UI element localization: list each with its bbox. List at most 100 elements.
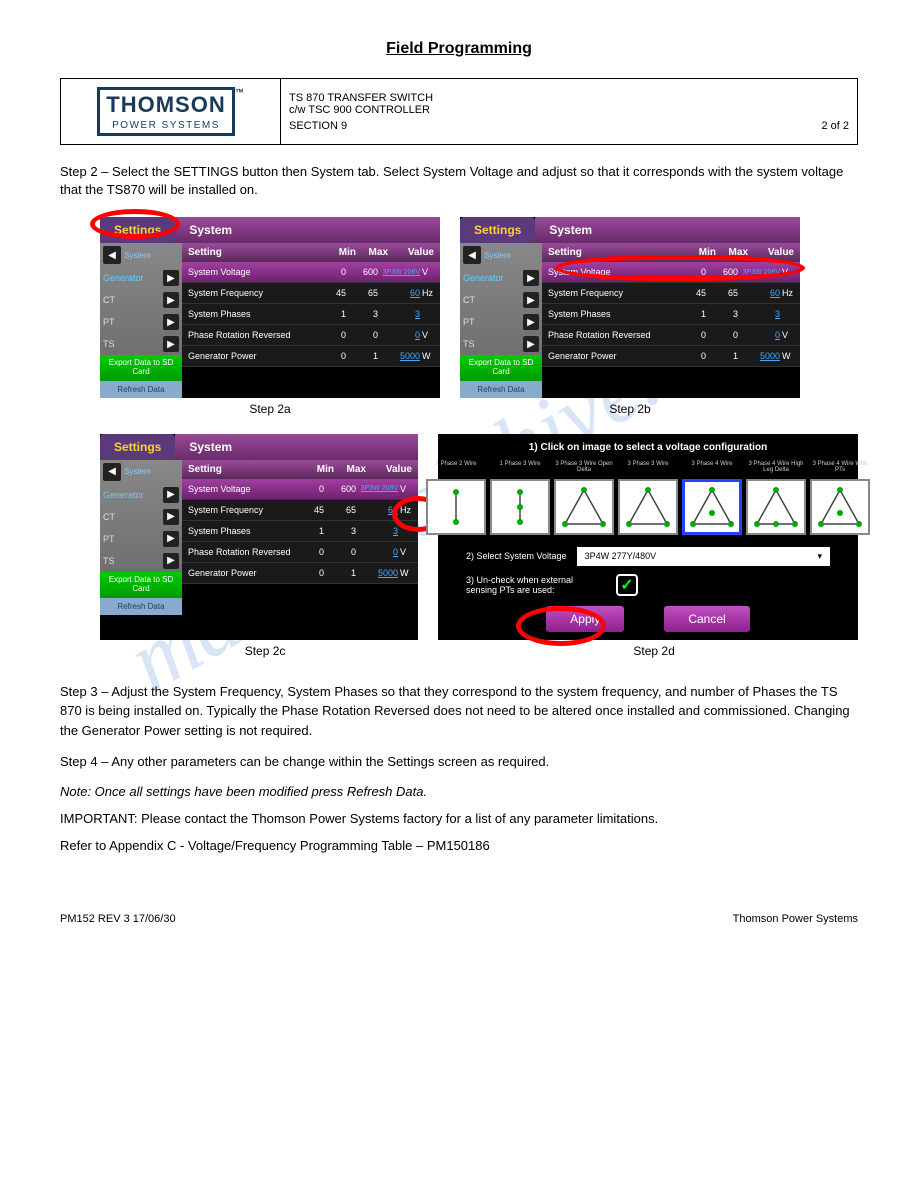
config-opt[interactable]: 3 Phase 4 Wire xyxy=(682,461,742,535)
chevron-right-icon: ▶ xyxy=(163,270,179,286)
sidebar-back-label: System xyxy=(484,251,511,260)
config-opt[interactable]: 3 Phase 4 Wire With PTs xyxy=(810,461,870,535)
chevron-right-icon: ▶ xyxy=(163,509,179,525)
apply-button[interactable]: Apply xyxy=(546,606,624,632)
back-icon[interactable]: ◀ xyxy=(103,463,121,481)
caption-2d: Step 2d xyxy=(450,644,858,658)
table-row[interactable]: System Phases133 xyxy=(182,304,440,325)
settings-table: SettingMinMaxValue System Voltage06003P3… xyxy=(182,460,418,615)
sidebar-item-generator[interactable]: Generator▶ xyxy=(100,484,182,506)
header-page: 2 of 2 xyxy=(821,120,849,132)
intro-text: Step 2 – Select the SETTINGS button then… xyxy=(60,163,858,199)
table-row[interactable]: Phase Rotation Reversed000V xyxy=(182,542,418,563)
logo-sub: POWER SYSTEMS xyxy=(106,120,225,131)
settings-table: SettingMinMaxValue System Voltage06003P3… xyxy=(542,243,800,398)
sidebar-item-generator[interactable]: Generator▶ xyxy=(460,267,542,289)
chevron-right-icon: ▶ xyxy=(523,336,539,352)
table-row[interactable]: System Voltage06003P3W 208VV xyxy=(182,262,440,283)
config-opt[interactable]: 3 Phase 3 Wire xyxy=(618,461,678,535)
sidebar: ◀System Generator▶ CT▶ PT▶ TS▶ Export Da… xyxy=(100,243,182,398)
table-row[interactable]: System Frequency456560Hz xyxy=(182,283,440,304)
appendix-ref: Refer to Appendix C - Voltage/Frequency … xyxy=(60,838,858,853)
sidebar-item-pt[interactable]: PT▶ xyxy=(100,528,182,550)
step3-text: Step 3 – Adjust the System Frequency, Sy… xyxy=(60,682,858,741)
export-button[interactable]: Export Data to SD Card xyxy=(100,572,182,598)
tab-settings[interactable]: Settings xyxy=(100,217,175,243)
table-row[interactable]: Generator Power015000W xyxy=(182,563,418,584)
table-row[interactable]: System Phases133 xyxy=(182,521,418,542)
config-opt[interactable]: 1 Phase 3 Wire xyxy=(490,461,550,535)
chevron-right-icon: ▶ xyxy=(163,292,179,308)
refresh-button[interactable]: Refresh Data xyxy=(460,381,542,398)
config-title: 1) Click on image to select a voltage co… xyxy=(446,442,850,453)
chevron-down-icon: ▾ xyxy=(817,551,822,562)
sidebar-item-ts[interactable]: TS▶ xyxy=(460,333,542,355)
config-opt[interactable]: 3 Phase 4 Wire High Leg Delta xyxy=(746,461,806,535)
sidebar-item-generator[interactable]: Generator▶ xyxy=(100,267,182,289)
table-row[interactable]: System Phases133 xyxy=(542,304,800,325)
table-row[interactable]: System Frequency456560Hz xyxy=(542,283,800,304)
chevron-right-icon: ▶ xyxy=(163,314,179,330)
voltage-dropdown[interactable]: 3P4W 277Y/480V▾ xyxy=(577,547,830,566)
table-row[interactable]: System Voltage06003P3W 208VV xyxy=(542,262,800,283)
col-max: Max xyxy=(356,247,388,258)
sidebar-item-ct[interactable]: CT▶ xyxy=(100,289,182,311)
table-row[interactable]: Phase Rotation Reversed000V xyxy=(542,325,800,346)
header-table: THOMSON POWER SYSTEMS ™ TS 870 TRANSFER … xyxy=(60,78,858,145)
col-min: Min xyxy=(324,247,356,258)
settings-table: SettingMinMaxValue System Voltage06003P3… xyxy=(182,243,440,398)
refresh-button[interactable]: Refresh Data xyxy=(100,381,182,398)
table-row[interactable]: System Frequency456560Hz xyxy=(182,500,418,521)
back-icon[interactable]: ◀ xyxy=(463,246,481,264)
cancel-button[interactable]: Cancel xyxy=(664,606,749,632)
config-opt[interactable]: 3 Phase 3 Wire Open Delta xyxy=(554,461,614,535)
table-row[interactable]: Generator Power015000W xyxy=(542,346,800,367)
export-button[interactable]: Export Data to SD Card xyxy=(100,355,182,381)
footer: PM152 REV 3 17/06/30 Thomson Power Syste… xyxy=(60,913,858,925)
screens-row-2: Settings System ◀System Generator▶ CT▶ P… xyxy=(100,434,858,640)
config-step2-label: 2) Select System Voltage xyxy=(466,551,567,561)
sidebar-item-ct[interactable]: CT▶ xyxy=(460,289,542,311)
tab-settings[interactable]: Settings xyxy=(460,217,535,243)
logo-tm: ™ xyxy=(235,87,244,97)
tab-system[interactable]: System xyxy=(175,217,440,243)
sidebar-item-pt[interactable]: PT▶ xyxy=(100,311,182,333)
col-setting: Setting xyxy=(188,247,324,258)
sidebar-back-label: System xyxy=(124,467,151,476)
config-step3-label: 3) Un-check when external sensing PTs ar… xyxy=(466,575,606,595)
table-row[interactable]: Generator Power015000W xyxy=(182,346,440,367)
note-refresh: Note: Once all settings have been modifi… xyxy=(60,784,858,799)
sidebar-item-ts[interactable]: TS▶ xyxy=(100,550,182,572)
sidebar-item-ts[interactable]: TS▶ xyxy=(100,333,182,355)
sidebar-item-pt[interactable]: PT▶ xyxy=(460,311,542,333)
chevron-right-icon: ▶ xyxy=(163,553,179,569)
captions-row-2: Step 2c Step 2d xyxy=(100,644,858,658)
screens-row-1: Settings System ◀System Generator▶ CT▶ P… xyxy=(100,217,858,398)
important-note: IMPORTANT: Please contact the Thomson Po… xyxy=(60,811,858,826)
caption-2a: Step 2a xyxy=(100,402,440,416)
page-title: Field Programming xyxy=(60,40,858,58)
footer-right: Thomson Power Systems xyxy=(733,913,858,925)
screen-2b: Settings System ◀System Generator▶ CT▶ P… xyxy=(460,217,800,398)
chevron-right-icon: ▶ xyxy=(163,487,179,503)
config-options: 1 Phase 2 Wire 1 Phase 3 Wire 3 Phase 3 … xyxy=(446,461,850,535)
pt-checkbox[interactable]: ✓ xyxy=(616,574,638,596)
sidebar: ◀System Generator▶ CT▶ PT▶ TS▶ Export Da… xyxy=(460,243,542,398)
logo-cell: THOMSON POWER SYSTEMS ™ xyxy=(61,79,281,145)
table-row[interactable]: Phase Rotation Reversed000V xyxy=(182,325,440,346)
header-right: TS 870 TRANSFER SWITCH c/w TSC 900 CONTR… xyxy=(281,79,858,145)
footer-left: PM152 REV 3 17/06/30 xyxy=(60,913,176,925)
tab-system[interactable]: System xyxy=(535,217,800,243)
export-button[interactable]: Export Data to SD Card xyxy=(460,355,542,381)
logo-brand: THOMSON xyxy=(106,92,225,117)
tab-system[interactable]: System xyxy=(175,434,418,460)
back-icon[interactable]: ◀ xyxy=(103,246,121,264)
header-section: SECTION 9 xyxy=(289,120,347,132)
refresh-button[interactable]: Refresh Data xyxy=(100,598,182,615)
config-opt[interactable]: 1 Phase 2 Wire xyxy=(426,461,486,535)
sidebar-item-ct[interactable]: CT▶ xyxy=(100,506,182,528)
tab-settings[interactable]: Settings xyxy=(100,434,175,460)
captions-row-1: Step 2a Step 2b xyxy=(100,402,858,416)
table-row[interactable]: System Voltage06003P3W 208VV xyxy=(182,479,418,500)
col-value: Value xyxy=(388,247,434,258)
